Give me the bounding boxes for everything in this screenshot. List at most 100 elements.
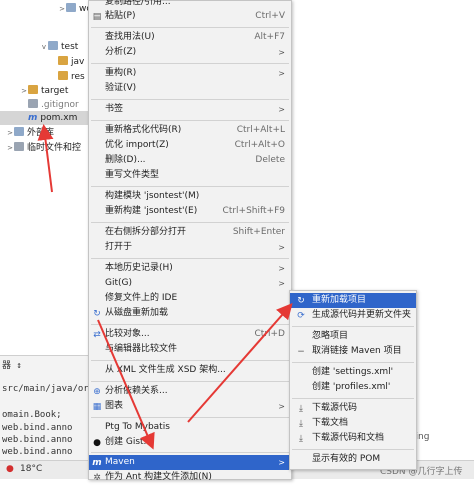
tree-item-scratches[interactable]: > 临时文件和控 — [6, 141, 81, 155]
tree-item-wo[interactable]: > wo — [58, 2, 92, 16]
menu-item-reload-from-disk[interactable]: ↻ 从磁盘重新加载 — [89, 306, 291, 321]
tree-item-resources[interactable]: res — [58, 70, 85, 84]
shortcut: Ctrl+D — [254, 329, 286, 339]
editor-pane: 器 ↕ src/main/java/org omain.Book; web.bi… — [0, 355, 94, 461]
file-icon — [28, 99, 38, 108]
minus-icon: − — [297, 347, 305, 357]
separator — [91, 186, 289, 187]
separator — [91, 27, 289, 28]
menu-item-label: 打开于 — [105, 242, 133, 252]
separator — [91, 222, 289, 223]
separator — [91, 63, 289, 64]
download-icon: ⤓ — [299, 434, 303, 444]
menu-item-label: 粘贴(P) — [105, 11, 136, 21]
submenu-item-unlink-project[interactable]: − 取消链接 Maven 项目 — [290, 344, 416, 359]
tree-item-external-libraries[interactable]: > 外部库 — [6, 126, 54, 140]
menu-item-label: 分析依赖关系... — [105, 386, 168, 396]
menu-item-diagrams[interactable]: ▦ 图表 > — [89, 399, 291, 414]
folder-icon — [48, 41, 58, 50]
menu-item-analyze[interactable]: 分析(Z) > — [89, 45, 291, 60]
menu-item-analyze-dependencies[interactable]: ⊕ 分析依赖关系... — [89, 384, 291, 399]
menu-item-maven[interactable]: m Maven > — [89, 455, 291, 470]
menu-item-paste[interactable]: ▤ 粘贴(P) Ctrl+V — [89, 9, 291, 24]
menu-item-label: 下载源代码 — [312, 403, 358, 413]
menu-item-optimize-imports[interactable]: 优化 import(Z) Ctrl+Alt+O — [89, 138, 291, 153]
folder-icon — [66, 3, 76, 12]
menu-item-label: 优化 import(Z) — [105, 140, 169, 150]
menu-item-rebuild[interactable]: 重新构建 'jsontest'(E) Ctrl+Shift+F9 — [89, 204, 291, 219]
menu-item-create-gist[interactable]: ● 创建 Gist... — [89, 435, 291, 450]
chevron-right-icon: > — [21, 87, 27, 95]
menu-item-label: 删除(D)... — [105, 155, 146, 165]
menu-item-git[interactable]: Git(G) > — [89, 276, 291, 291]
submenu-item-generate-sources[interactable]: ⟳ 生成源代码并更新文件夹 — [290, 308, 416, 323]
menu-item-label: 在右侧拆分部分打开 — [105, 227, 187, 237]
tree-item-gitignore[interactable]: .gitignor — [28, 98, 79, 112]
menu-item-label: 从磁盘重新加载 — [105, 308, 169, 318]
separator — [91, 452, 289, 453]
menu-item-label: Git(G) — [105, 278, 132, 288]
reload-icon: ↻ — [93, 309, 101, 319]
separator — [91, 360, 289, 361]
menu-item-open-right-split[interactable]: 在右侧拆分部分打开 Shift+Enter — [89, 225, 291, 240]
separator — [91, 120, 289, 121]
separator — [91, 99, 289, 100]
shortcut: Ctrl+Alt+L — [236, 125, 285, 135]
menu-item-delete[interactable]: 删除(D)... Delete — [89, 153, 291, 168]
menu-item-generate-xsd[interactable]: 从 XML 文件生成 XSD 架构... — [89, 363, 291, 378]
chevron-right-icon: > — [278, 48, 285, 57]
menu-item-open-in[interactable]: 打开于 > — [89, 240, 291, 255]
tree-item-target[interactable]: > target — [20, 84, 68, 98]
project-tree: > wo v test jav res > target .gitignor m pom… — [0, 0, 92, 355]
submenu-item-download-docs[interactable]: ⤓ 下载文档 — [290, 416, 416, 431]
menu-item-validate[interactable]: 验证(V) — [89, 81, 291, 96]
maven-icon: m — [92, 458, 102, 468]
chevron-right-icon: > — [278, 402, 285, 411]
menu-item-bookmarks[interactable]: 书签 > — [89, 102, 291, 117]
tree-item-pom[interactable]: m pom.xm — [0, 111, 90, 125]
menu-item-repair-ide[interactable]: 修复文件上的 IDE — [89, 291, 291, 306]
separator — [292, 398, 414, 399]
submenu-item-download-sources[interactable]: ⤓ 下载源代码 — [290, 401, 416, 416]
menu-item-label: 创建 Gist... — [105, 437, 153, 447]
shortcut: Ctrl+Alt+O — [234, 140, 285, 150]
file-path: src/main/java/org — [2, 384, 95, 394]
menu-item-override-file-type[interactable]: 重写文件类型 — [89, 168, 291, 183]
menu-item-label: 重构(R) — [105, 68, 137, 78]
menu-item-label: 重新格式化代码(R) — [105, 125, 182, 135]
menu-item-build-module[interactable]: 构建模块 'jsontest'(M) — [89, 189, 291, 204]
menu-item-compare-with[interactable]: ⇄ 比较对象... Ctrl+D — [89, 327, 291, 342]
menu-item-compare-with-editor[interactable]: 与编辑器比较文件 — [89, 342, 291, 357]
diagram-icon: ▦ — [92, 402, 102, 412]
tree-item-label: .gitignor — [41, 100, 79, 110]
menu-item-label: 与编辑器比较文件 — [105, 344, 178, 354]
tree-item-label: target — [41, 86, 69, 96]
github-icon: ● — [93, 438, 101, 448]
menu-item-label: 取消链接 Maven 项目 — [312, 346, 402, 356]
menu-item-ptg-to-mybatis[interactable]: Ptg To Mybatis — [89, 420, 291, 435]
dependency-icon: ⊕ — [93, 387, 101, 397]
submenu-item-download-both[interactable]: ⤓ 下载源代码和文档 — [290, 431, 416, 446]
submenu-item-create-settings[interactable]: 创建 'settings.xml' — [290, 365, 416, 380]
menu-item-label: 查找用法(U) — [105, 32, 155, 42]
code-line: web.bind.anno — [2, 423, 73, 433]
menu-item-local-history[interactable]: 本地历史记录(H) > — [89, 261, 291, 276]
submenu-item-show-effective-pom[interactable]: 显示有效的 POM — [290, 452, 416, 467]
chevron-right-icon: > — [59, 5, 65, 13]
shortcut: Ctrl+Shift+F9 — [222, 206, 285, 216]
menu-item-refactor[interactable]: 重构(R) > — [89, 66, 291, 81]
submenu-item-ignore-projects[interactable]: 忽略项目 — [290, 329, 416, 344]
tree-item-label: jav — [71, 57, 85, 67]
menu-item-find-usages[interactable]: 查找用法(U) Alt+F7 — [89, 30, 291, 45]
submenu-item-create-profiles[interactable]: 创建 'profiles.xml' — [290, 380, 416, 395]
code-line: web.bind.anno — [2, 435, 73, 445]
chevron-right-icon: > — [278, 458, 285, 467]
tree-item-java[interactable]: jav — [58, 55, 84, 69]
code-line: web.bind.anno — [2, 447, 73, 457]
menu-item-label: 分析(Z) — [105, 47, 137, 57]
tree-item-label: 外部库 — [27, 128, 55, 138]
separator — [292, 326, 414, 327]
submenu-item-reload-project[interactable]: ↻ 重新加载项目 — [290, 293, 416, 308]
tree-item-test[interactable]: v test — [40, 40, 78, 54]
menu-item-reformat[interactable]: 重新格式化代码(R) Ctrl+Alt+L — [89, 123, 291, 138]
